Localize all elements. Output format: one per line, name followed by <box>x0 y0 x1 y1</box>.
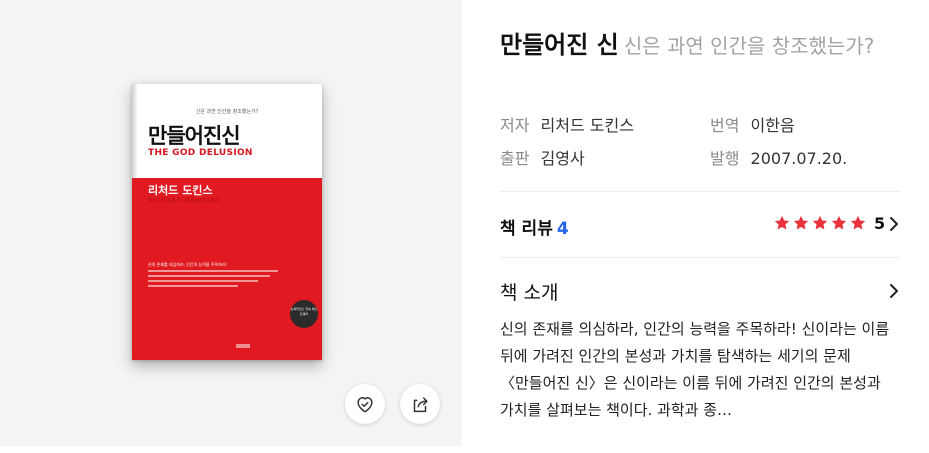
meta-publisher: 출판 김영사 <box>500 145 585 169</box>
meta-publisher-value[interactable]: 김영사 <box>541 149 585 168</box>
meta-publisher-label: 출판 <box>500 149 530 168</box>
cover-title-ko: 만들어진신 <box>148 124 241 148</box>
chevron-right-icon[interactable] <box>888 216 900 232</box>
meta-translator-value[interactable]: 이한음 <box>751 116 795 135</box>
meta-author: 저자 리처드 도킨스 <box>500 112 634 136</box>
meta-date: 발행 2007.07.20. <box>710 145 847 169</box>
rating-value[interactable]: 5 <box>874 214 885 233</box>
share-button[interactable] <box>400 384 440 424</box>
cover-text-line <box>148 285 238 287</box>
chevron-right-icon[interactable] <box>888 283 900 299</box>
star-rating <box>773 214 867 232</box>
meta-date-label: 발행 <box>710 149 740 168</box>
star-icon <box>793 215 809 230</box>
meta-date-value: 2007.07.20. <box>750 149 848 168</box>
cover-blurb: 신의 존재를 의심하라, 인간의 능력을 주목하라! <box>148 262 228 267</box>
meta-author-value[interactable]: 리처드 도킨스 <box>541 116 634 135</box>
meta-author-label: 저자 <box>500 116 530 135</box>
share-icon <box>413 397 428 413</box>
cover-text-line <box>148 280 258 282</box>
title-block: 만들어진 신 신은 과연 인간을 창조했는가? <box>500 30 900 63</box>
cover-text-line <box>148 275 270 277</box>
star-icon <box>774 215 790 230</box>
cover-red-band <box>132 178 322 360</box>
star-icon <box>850 215 866 230</box>
meta-translator: 번역 이한음 <box>710 112 795 136</box>
divider <box>500 191 900 192</box>
intro-title[interactable]: 책 소개 <box>500 278 558 305</box>
intro-text: 신의 존재를 의심하라, 인간의 능력을 주목하라! 신이라는 이름 뒤에 가려… <box>500 320 890 419</box>
review-label: 책 리뷰 <box>500 219 553 239</box>
review-count: 4 <box>556 219 569 239</box>
cover-author-en: RICHARD DAWKINS <box>148 197 221 204</box>
star-icon <box>831 215 847 230</box>
divider <box>500 257 900 258</box>
cover-panel: 신은 과연 인간을 창조했는가? 만들어진신 THE GOD DELUSION … <box>0 0 462 446</box>
cover-bestseller-badge: 뉴욕타임스 연속 베스트셀러 <box>290 300 318 328</box>
review-section-link[interactable]: 책 리뷰 4 <box>500 214 569 239</box>
book-cover: 신은 과연 인간을 창조했는가? 만들어진신 THE GOD DELUSION … <box>132 84 322 360</box>
book-title: 만들어진 신 <box>500 31 619 59</box>
meta-translator-label: 번역 <box>710 116 740 135</box>
cover-tagline: 신은 과연 인간을 창조했는가? <box>195 109 259 115</box>
book-subtitle: 신은 과연 인간을 창조했는가? <box>623 34 875 58</box>
cover-author-ko: 리처드 도킨스 <box>148 184 213 197</box>
cover-text-line <box>148 270 278 272</box>
heart-check-icon <box>357 397 373 413</box>
cover-publisher-mark <box>236 344 250 348</box>
like-button[interactable] <box>345 384 385 424</box>
book-detail-page: 신은 과연 인간을 창조했는가? 만들어진신 THE GOD DELUSION … <box>0 0 929 453</box>
star-icon <box>812 215 828 230</box>
cover-title-en: THE GOD DELUSION <box>148 148 253 158</box>
